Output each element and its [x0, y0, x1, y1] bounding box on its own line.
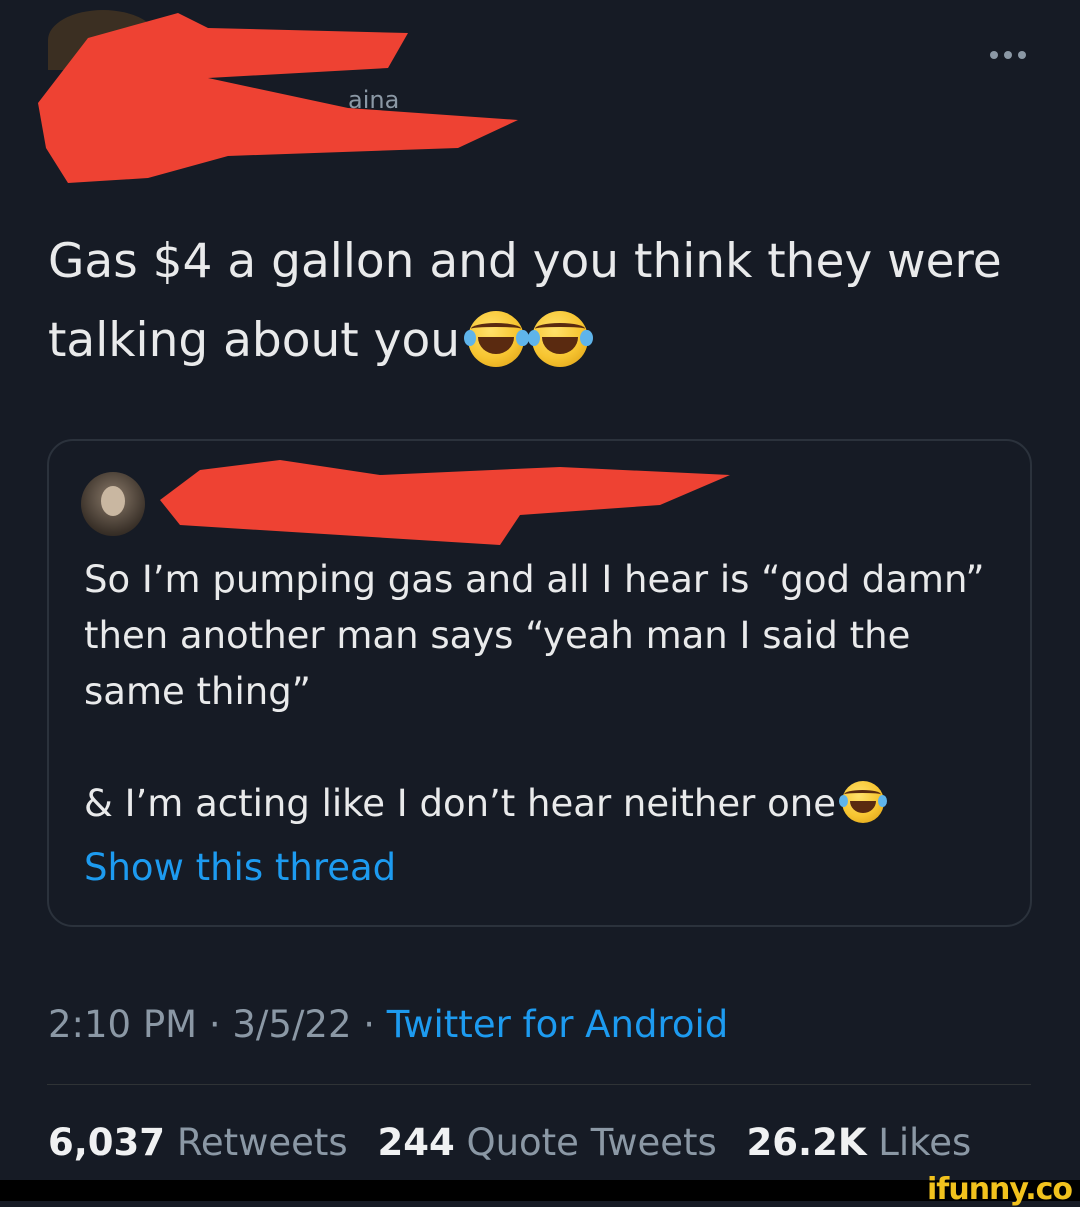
retweets-stat[interactable]: 6,037 Retweets: [48, 1121, 348, 1164]
tweet-time[interactable]: 2:10 PM: [48, 1003, 197, 1046]
quote-tweets-label: Quote Tweets: [466, 1121, 717, 1164]
tweet-text: Gas $4 a gallon and you think they were …: [48, 222, 1038, 380]
likes-stat[interactable]: 26.2K Likes: [747, 1121, 972, 1164]
redaction-scribble: [160, 460, 730, 545]
more-icon-dot: [1018, 51, 1026, 59]
tweet-date[interactable]: 3/5/22: [232, 1003, 351, 1046]
likes-label: Likes: [878, 1121, 972, 1164]
more-icon-dot: [1004, 51, 1012, 59]
svg-text:aina: aina: [348, 86, 399, 114]
ifunny-watermark: ifunny.co: [927, 1172, 1073, 1207]
tweet-metadata: 2:10 PM · 3/5/22 · Twitter for Android: [48, 1000, 728, 1050]
engagement-stats: 6,037 Retweets 244 Quote Tweets 26.2K Li…: [48, 1118, 989, 1168]
redaction-scribble: aina: [38, 13, 518, 183]
tweet-source-link[interactable]: Twitter for Android: [387, 1003, 728, 1046]
retweets-count: 6,037: [48, 1121, 166, 1164]
tweet-text-body: Gas $4 a gallon and you think they were …: [48, 234, 1002, 368]
more-icon-dot: [990, 51, 998, 59]
laughing-crying-emoji-icon: [463, 310, 529, 367]
quoted-tweet-text: So I’m pumping gas and all I hear is “go…: [84, 552, 1014, 832]
retweets-label: Retweets: [176, 1121, 348, 1164]
quoted-tweet-paragraph-2: & I’m acting like I don’t hear neither o…: [84, 776, 1014, 832]
divider: [47, 1084, 1031, 1085]
quoted-tweet-paragraph: So I’m pumping gas and all I hear is “go…: [84, 558, 985, 713]
quoted-author-avatar[interactable]: [81, 472, 145, 536]
quote-tweets-count: 244: [377, 1121, 455, 1164]
more-options-button[interactable]: [982, 40, 1034, 70]
laughing-crying-emoji-icon: [838, 780, 888, 823]
quoted-tweet-paragraph-text: & I’m acting like I don’t hear neither o…: [84, 782, 836, 825]
meta-separator: ·: [363, 1003, 376, 1046]
laughing-crying-emoji-icon: [527, 310, 593, 367]
footer-bar: [0, 1180, 1080, 1201]
quote-tweets-stat[interactable]: 244 Quote Tweets: [377, 1121, 716, 1164]
meta-separator: ·: [208, 1003, 221, 1046]
likes-count: 26.2K: [746, 1121, 867, 1164]
show-thread-link[interactable]: Show this thread: [84, 843, 396, 893]
